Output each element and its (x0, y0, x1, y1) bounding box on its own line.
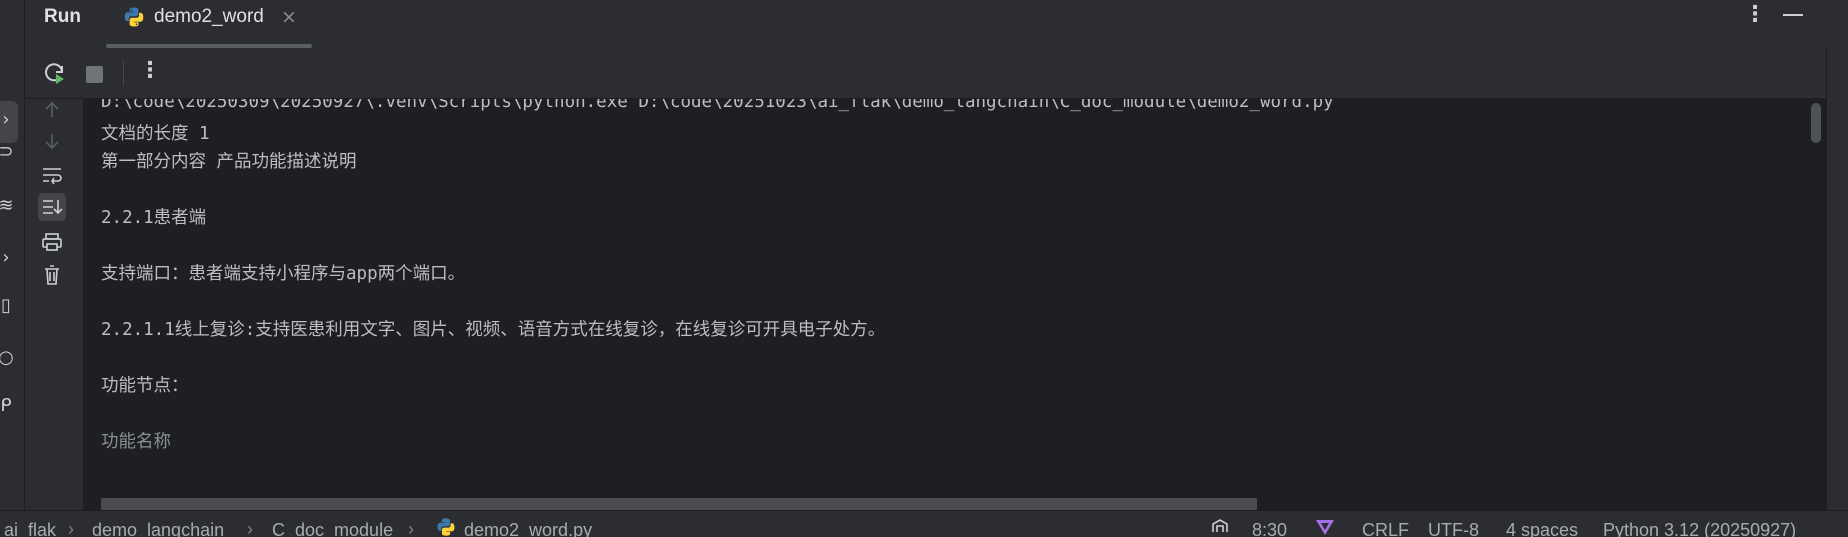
run-header: Run demo2_word × ⋮ (25, 0, 1848, 48)
console-scrollbar-thumb[interactable] (1811, 103, 1821, 143)
left-tool-strip: › ⊃ ≋ › ▯ ○ ᑭ (0, 0, 25, 510)
line-separator[interactable]: CRLF (1362, 520, 1409, 537)
right-tool-strip (1826, 48, 1848, 510)
console-line: 文档的长度 1 (101, 124, 210, 144)
run-toolbar: ⋮ (25, 48, 1848, 99)
chevron-right-icon: › (68, 519, 74, 537)
console-line: 第一部分内容 产品功能描述说明 (101, 152, 357, 172)
scroll-to-end-icon[interactable] (38, 193, 66, 221)
status-bar: ai_flak › demo_langchain › C_doc_module … (0, 510, 1848, 537)
console-line: 功能节点： (101, 376, 189, 396)
chevron-right-icon: › (247, 519, 253, 537)
python-file-icon (436, 517, 456, 537)
console-line-command: D:\code\20250309\20250927\.venv\Scripts\… (101, 99, 1334, 112)
services-tool-icon[interactable]: › (0, 246, 18, 270)
console-line: 功能名称 (101, 432, 171, 452)
caret-position[interactable]: 8:30 (1252, 520, 1287, 537)
console-line: 2.2.1.1线上复诊:支持医患利用文字、图片、视频、语音方式在线复诊，在线复诊… (101, 320, 886, 340)
ai-assistant-icon[interactable] (1210, 517, 1230, 537)
console-line: 支持端口：患者端支持小程序与app两个端口。 (101, 264, 466, 284)
console-line: 2.2.1患者端 (101, 208, 207, 228)
down-arrow-icon[interactable] (38, 127, 66, 155)
run-tool-window: › ⊃ ≋ › ▯ ○ ᑭ Run demo2_word × ⋮ ⋮ D:\co… (0, 0, 1848, 537)
breadcrumb-project[interactable]: ai_flak (4, 520, 56, 537)
breadcrumb-file[interactable]: demo2_word.py (464, 520, 592, 537)
tab-demo2-word[interactable]: demo2_word × (106, 0, 312, 48)
soft-wrap-icon[interactable] (38, 161, 66, 189)
problems-tool-icon[interactable]: ○ (0, 346, 18, 370)
console-scrollbar[interactable] (1810, 99, 1824, 510)
breadcrumb-folder[interactable]: demo_langchain (92, 520, 224, 537)
console-output[interactable]: D:\code\20250309\20250927\.venv\Scripts\… (84, 99, 1809, 510)
layers-tool-icon[interactable]: ≋ (0, 194, 18, 218)
python-file-icon (123, 6, 145, 32)
options-more-icon[interactable]: ⋮ (1744, 2, 1766, 27)
file-encoding[interactable]: UTF-8 (1428, 520, 1479, 537)
toolbar-separator (123, 60, 124, 86)
up-arrow-icon[interactable] (38, 96, 66, 124)
python-interpreter[interactable]: Python 3.12 (20250927) (1603, 520, 1796, 537)
run-title: Run (44, 6, 81, 27)
selected-line-highlight (101, 498, 1257, 510)
indent-setting[interactable]: 4 spaces (1506, 520, 1578, 537)
print-icon[interactable] (38, 228, 66, 256)
tab-label: demo2_word (154, 6, 264, 27)
tab-close-icon[interactable]: × (281, 6, 297, 28)
console-gutter (25, 99, 83, 510)
git-tool-icon[interactable]: ᑭ (0, 394, 18, 418)
breadcrumb-module[interactable]: C_doc_module (272, 520, 393, 537)
stop-icon[interactable] (86, 66, 103, 83)
minimize-icon[interactable] (1783, 14, 1803, 16)
rerun-icon[interactable] (43, 61, 67, 89)
copilot-icon[interactable] (1314, 517, 1336, 537)
chevron-right-icon: › (408, 519, 414, 537)
debug-tool-icon[interactable]: ⊃ (0, 140, 18, 164)
toolbar-more-icon[interactable]: ⋮ (139, 58, 161, 83)
run-tool-icon[interactable]: › (0, 108, 18, 132)
terminal-tool-icon[interactable]: ▯ (0, 294, 18, 318)
clear-trash-icon[interactable] (38, 261, 66, 289)
